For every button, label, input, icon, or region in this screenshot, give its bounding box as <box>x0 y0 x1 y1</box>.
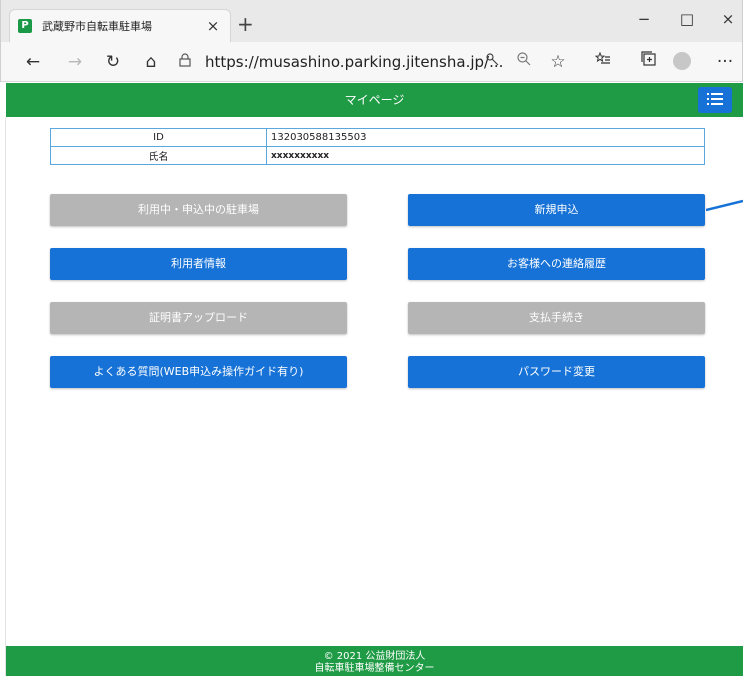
new-tab-icon[interactable]: + <box>237 14 254 34</box>
forward-icon: → <box>67 52 83 72</box>
more-menu-icon[interactable]: ··· <box>713 51 737 73</box>
url-text: https://musashino.parking.jitensha.jp/..… <box>205 53 504 71</box>
page-left-edge <box>0 117 6 676</box>
zoom-out-icon[interactable] <box>512 51 536 73</box>
page-footer: © 2021 公益財団法人 自転車駐車場整備センター <box>6 646 743 676</box>
browser-titlebar: P 武蔵野市自転車駐車場 × + − □ × <box>0 0 743 42</box>
browser-toolbar: ← → ↻ ⌂ https://musashino.parking.jitens… <box>0 42 743 82</box>
tab-title: 武蔵野市自転車駐車場 <box>42 20 152 33</box>
user-info-table: ID 132030588135503 氏名 xxxxxxxxxx <box>50 128 705 165</box>
page-header: マイページ <box>6 83 743 117</box>
table-row: ID 132030588135503 <box>50 128 705 147</box>
list-menu-icon <box>707 93 723 105</box>
lock-icon <box>179 53 193 71</box>
back-icon[interactable]: ← <box>21 51 45 73</box>
table-row: 氏名 xxxxxxxxxx <box>50 146 705 165</box>
collections-icon[interactable] <box>637 51 661 73</box>
refresh-icon[interactable]: ↻ <box>101 51 125 73</box>
tab-close-icon[interactable]: × <box>204 17 222 35</box>
faq-button[interactable]: よくある質問(WEB申込み操作ガイド有り) <box>50 356 347 388</box>
parking-in-use-button[interactable]: 利用中・申込中の駐車場 <box>50 194 347 226</box>
profile-avatar[interactable] <box>673 52 691 70</box>
hamburger-menu-button[interactable] <box>698 87 732 113</box>
footer-copyright: © 2021 公益財団法人 <box>323 651 426 662</box>
contact-history-button[interactable]: お客様への連絡履歴 <box>408 248 705 280</box>
home-icon[interactable]: ⌂ <box>139 51 163 73</box>
browser-tab[interactable]: P 武蔵野市自転車駐車場 × <box>9 9 231 42</box>
address-bar[interactable]: https://musashino.parking.jitensha.jp/..… <box>179 49 565 75</box>
minimize-icon[interactable]: − <box>629 10 659 28</box>
new-application-button[interactable]: 新規申込 <box>408 194 705 226</box>
id-value: 132030588135503 <box>266 128 705 147</box>
footer-organization: 自転車駐車場整備センター <box>314 663 435 674</box>
payment-button[interactable]: 支払手続き <box>408 302 705 334</box>
site-favicon-icon: P <box>18 19 32 33</box>
maximize-icon[interactable]: □ <box>672 10 702 28</box>
certificate-upload-button[interactable]: 証明書アップロード <box>50 302 347 334</box>
key-icon[interactable] <box>481 51 505 73</box>
id-label: ID <box>50 128 267 147</box>
name-label: 氏名 <box>50 146 267 165</box>
change-password-button[interactable]: パスワード変更 <box>408 356 705 388</box>
annotation-line <box>706 199 743 212</box>
window-close-icon[interactable]: × <box>713 10 743 28</box>
page-title: マイページ <box>344 93 405 107</box>
user-info-button[interactable]: 利用者情報 <box>50 248 347 280</box>
name-value: xxxxxxxxxx <box>266 146 705 165</box>
favorites-list-icon[interactable] <box>591 51 615 73</box>
favorite-star-icon[interactable]: ☆ <box>546 51 570 73</box>
